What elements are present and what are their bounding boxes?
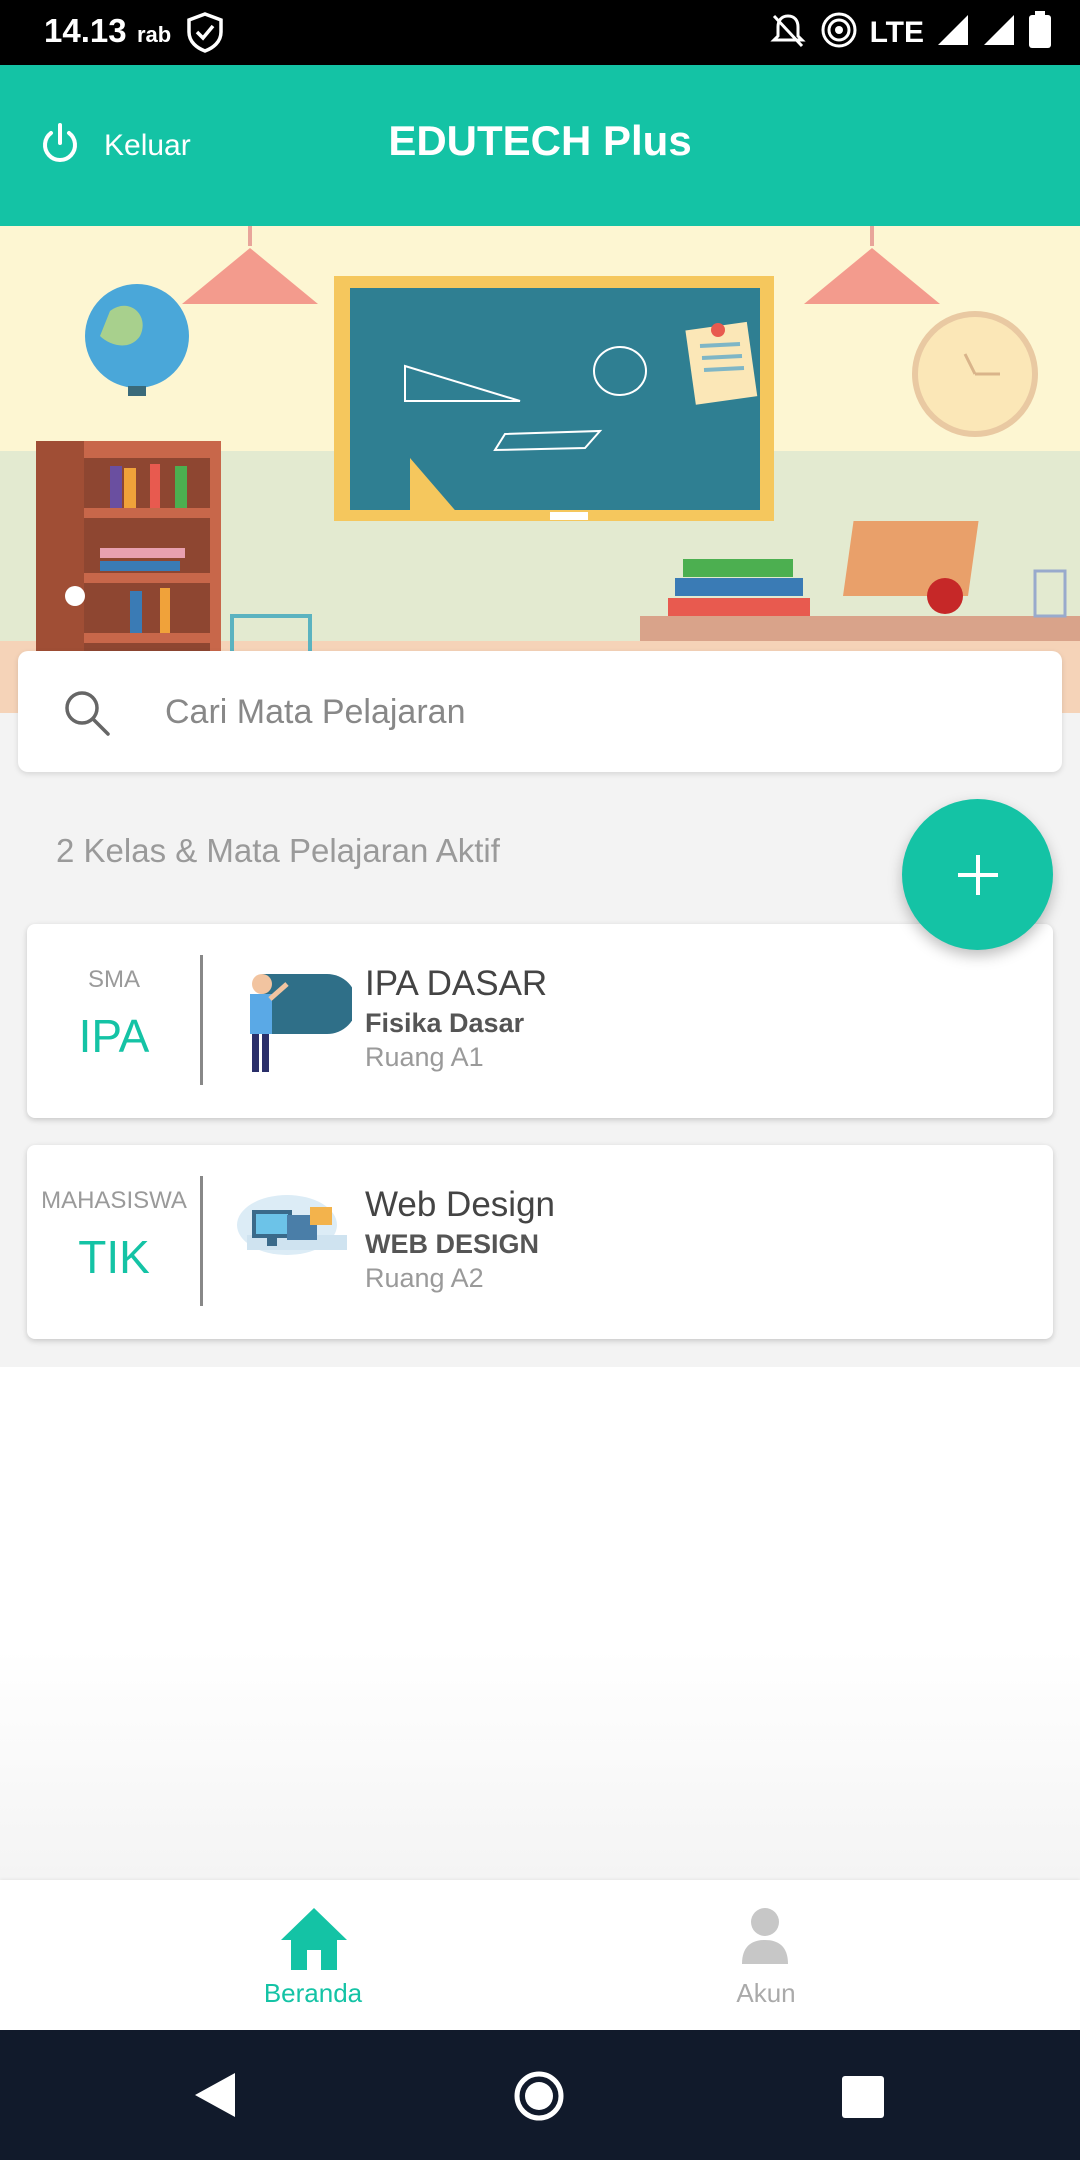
signal-icon <box>936 13 970 52</box>
back-icon[interactable] <box>191 2070 239 2125</box>
active-class-count: 2 Kelas & Mata Pelajaran Aktif <box>56 832 500 869</box>
classroom-banner-illustration <box>0 226 1080 713</box>
person-icon <box>740 1906 790 1971</box>
status-bar: 14.13 rab LTE <box>0 0 1080 65</box>
class-name: Web Design <box>365 1185 556 1224</box>
class-code: IPA <box>78 1010 150 1062</box>
class-level: SMA <box>87 966 140 993</box>
class-subject: WEB DESIGN <box>365 1229 540 1259</box>
vpn-shield-icon <box>183 10 227 59</box>
app-title: EDUTECH Plus <box>388 117 692 164</box>
class-subject: Fisika Dasar <box>365 1008 525 1038</box>
class-card[interactable]: MAHASISWA TIK Web Design WEB DESIGN Ruan… <box>27 1145 1053 1339</box>
mute-notification-icon <box>768 10 808 55</box>
nav-label: Beranda <box>263 1978 363 2008</box>
search-input[interactable] <box>163 681 1027 743</box>
class-level: MAHASISWA <box>41 1187 187 1214</box>
add-class-button[interactable] <box>902 799 1053 950</box>
card-divider <box>200 1176 203 1306</box>
content-fade <box>0 1367 1080 1880</box>
app-bar: Keluar EDUTECH Plus <box>0 65 1080 226</box>
search-bar[interactable] <box>18 651 1062 772</box>
home-button-icon[interactable] <box>512 2069 566 2128</box>
home-icon <box>279 1906 349 1977</box>
bottom-navigation: Beranda Akun <box>0 1880 1080 2030</box>
hotspot-icon <box>820 11 858 54</box>
web-design-illustration <box>232 1185 352 1295</box>
class-card[interactable]: SMA IPA IPA DASAR Fisika Dasar Ruang A1 <box>27 924 1053 1118</box>
class-room: Ruang A2 <box>365 1263 484 1293</box>
nav-label: Akun <box>736 1978 796 2008</box>
status-day: rab <box>137 22 172 47</box>
system-navigation-bar <box>0 2030 1080 2160</box>
recents-icon[interactable] <box>840 2074 886 2125</box>
signal-icon <box>982 13 1016 52</box>
nav-item-beranda[interactable]: Beranda <box>163 1880 463 2030</box>
class-room: Ruang A1 <box>365 1042 484 1072</box>
teacher-illustration <box>232 964 357 1074</box>
network-type: LTE <box>869 15 924 49</box>
card-divider <box>200 955 203 1085</box>
class-name: IPA DASAR <box>365 964 548 1003</box>
class-code: TIK <box>78 1231 150 1283</box>
nav-item-akun[interactable]: Akun <box>616 1880 916 2030</box>
status-time: 14.13 <box>44 12 127 49</box>
search-icon <box>62 688 112 743</box>
battery-icon <box>1028 11 1052 54</box>
